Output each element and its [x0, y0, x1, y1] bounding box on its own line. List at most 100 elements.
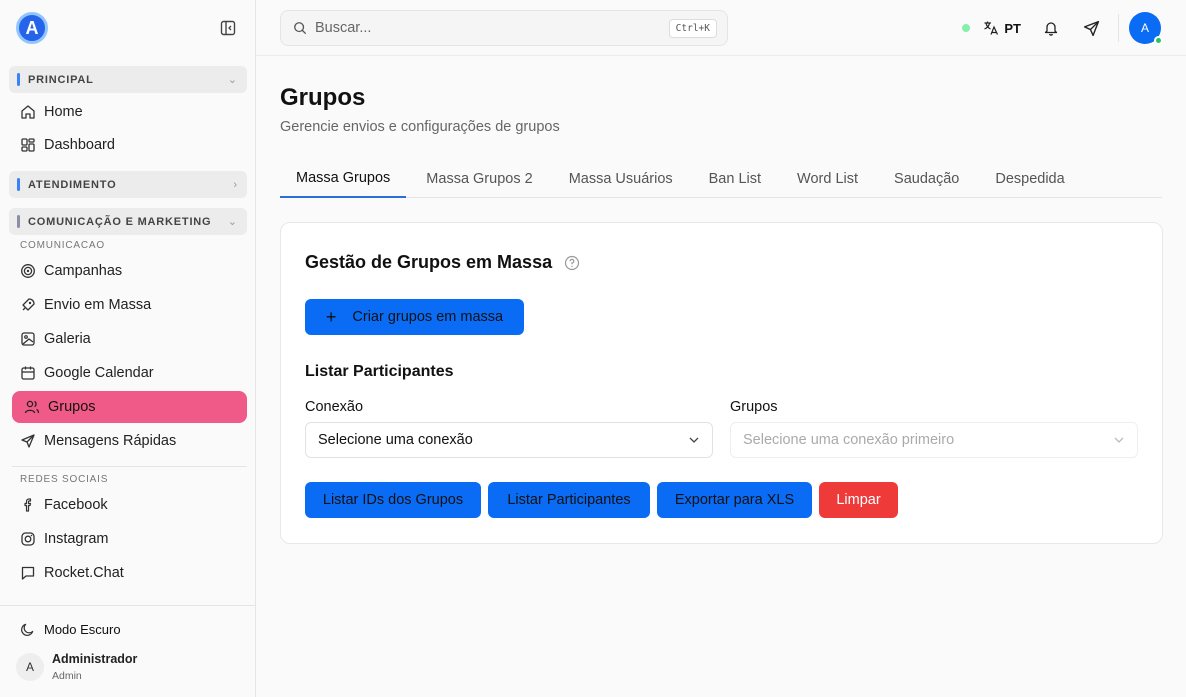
- card-title-text: Gestão de Grupos em Massa: [305, 252, 553, 272]
- user-profile[interactable]: A Administrador Admin: [16, 652, 137, 682]
- dark-mode-label: Modo Escuro: [44, 622, 121, 637]
- language-switch[interactable]: PT: [983, 20, 1021, 36]
- image-icon: [20, 331, 36, 347]
- bell-icon[interactable]: [1043, 20, 1059, 36]
- user-role: Admin: [52, 670, 82, 682]
- sidebar-collapse-icon[interactable]: [219, 19, 237, 37]
- sidebar-header: A: [0, 0, 255, 56]
- section-comunicacao[interactable]: COMUNICAÇÃO E MARKETING ⌄: [9, 208, 247, 235]
- tab-saudacao[interactable]: Saudação: [878, 160, 975, 198]
- section-bar: [17, 215, 20, 228]
- sublabel-comunicacao: COMUNICACAO: [20, 240, 105, 251]
- home-icon: [20, 104, 36, 120]
- app-logo[interactable]: A: [16, 12, 48, 44]
- dark-mode-toggle[interactable]: Modo Escuro: [20, 622, 121, 637]
- sidebar-footer: Modo Escuro A Administrador Admin: [0, 605, 256, 697]
- tab-massa-usuarios[interactable]: Massa Usuários: [553, 160, 689, 198]
- page-subtitle: Gerencie envios e configurações de grupo…: [280, 119, 560, 135]
- sidebar-item-label: Facebook: [44, 497, 108, 513]
- chevron-down-icon: [688, 434, 700, 446]
- list-group-ids-button[interactable]: Listar IDs dos Grupos: [305, 482, 481, 518]
- section-label: PRINCIPAL: [28, 73, 94, 86]
- tab-massa-grupos[interactable]: Massa Grupos: [280, 160, 407, 198]
- sidebar-item-instagram[interactable]: Instagram: [12, 523, 247, 555]
- moon-icon: [20, 622, 35, 637]
- sidebar-item-label: Campanhas: [44, 263, 123, 279]
- chevron-down-icon: ⌄: [227, 74, 237, 86]
- search-input[interactable]: Buscar...: [315, 20, 669, 36]
- grupos-select[interactable]: Selecione uma conexão primeiro: [730, 422, 1138, 458]
- clear-button[interactable]: Limpar: [819, 482, 898, 518]
- chevron-right-icon: ›: [233, 178, 237, 191]
- search-icon: [293, 21, 307, 35]
- status-online-dot: [962, 24, 971, 32]
- sidebar-item-facebook[interactable]: Facebook: [12, 489, 247, 521]
- rocket-icon: [20, 297, 36, 313]
- sidebar-item-label: Grupos: [48, 399, 96, 415]
- user-avatar: A: [16, 653, 44, 681]
- sidebar-item-rocket-chat[interactable]: Rocket.Chat: [12, 557, 247, 589]
- section-atendimento[interactable]: ATENDIMENTO ›: [9, 171, 247, 198]
- plus-icon: +: [325, 307, 337, 327]
- avatar-initial: A: [1140, 21, 1149, 35]
- sidebar-item-label: Rocket.Chat: [44, 565, 124, 581]
- section-bar: [17, 73, 20, 86]
- create-groups-button[interactable]: + Criar grupos em massa: [305, 299, 524, 335]
- section-principal[interactable]: PRINCIPAL ⌄: [9, 66, 247, 93]
- group-management-card: Gestão de Grupos em Massa + Criar grupos…: [280, 222, 1163, 544]
- sidebar-item-home[interactable]: Home: [12, 96, 247, 128]
- tab-word-list[interactable]: Word List: [781, 160, 874, 198]
- section-bar: [17, 178, 20, 191]
- search-box[interactable]: Buscar... Ctrl+K: [280, 10, 728, 46]
- translate-icon: [983, 20, 999, 36]
- user-info: Administrador Admin: [52, 652, 137, 682]
- send-icon: [20, 433, 36, 449]
- online-indicator: [1154, 36, 1163, 45]
- send-icon[interactable]: [1083, 20, 1100, 37]
- user-avatar-button[interactable]: A: [1129, 12, 1163, 45]
- language-label: PT: [1004, 20, 1021, 36]
- user-name: Administrador: [52, 652, 138, 666]
- sidebar-item-mensagens-rapidas[interactable]: Mensagens Rápidas: [12, 425, 247, 457]
- chat-icon: [20, 565, 36, 581]
- tab-bar: Massa Grupos Massa Grupos 2 Massa Usuári…: [280, 160, 1162, 198]
- export-xls-button[interactable]: Exportar para XLS: [657, 482, 812, 518]
- sidebar-item-grupos[interactable]: Grupos: [12, 391, 247, 423]
- sidebar-item-label: Dashboard: [44, 137, 115, 153]
- card-title: Gestão de Grupos em Massa: [305, 252, 580, 273]
- sidebar-item-label: Galeria: [44, 331, 91, 347]
- conexao-select-value: Selecione uma conexão: [318, 432, 473, 448]
- sidebar-item-label: Home: [44, 104, 83, 120]
- sublabel-redes-sociais: REDES SOCIAIS: [20, 474, 109, 485]
- shortcut-hint: Ctrl+K: [668, 18, 717, 38]
- list-participants-button[interactable]: Listar Participantes: [488, 482, 650, 518]
- sidebar-item-label: Mensagens Rápidas: [44, 433, 177, 449]
- sidebar-item-galeria[interactable]: Galeria: [12, 323, 247, 355]
- topbar-divider: [1118, 14, 1119, 42]
- grupos-label: Grupos: [730, 399, 778, 415]
- sidebar-item-label: Google Calendar: [44, 365, 154, 381]
- help-circle-icon[interactable]: [564, 255, 580, 271]
- grupos-select-value: Selecione uma conexão primeiro: [743, 432, 955, 448]
- topbar: Buscar... Ctrl+K PT A: [256, 0, 1186, 56]
- section-label: ATENDIMENTO: [28, 178, 117, 191]
- tab-ban-list[interactable]: Ban List: [693, 160, 777, 198]
- sidebar-item-envio-em-massa[interactable]: Envio em Massa: [12, 289, 247, 321]
- sidebar-item-google-calendar[interactable]: Google Calendar: [12, 357, 247, 389]
- sidebar-item-dashboard[interactable]: Dashboard: [12, 129, 247, 161]
- tab-massa-grupos-2[interactable]: Massa Grupos 2: [410, 160, 548, 198]
- section-label: COMUNICAÇÃO E MARKETING: [28, 215, 212, 228]
- sidebar-item-label: Envio em Massa: [44, 297, 152, 313]
- calendar-icon: [20, 365, 36, 381]
- tab-despedida[interactable]: Despedida: [979, 160, 1080, 198]
- topbar-actions: PT A: [962, 0, 1186, 56]
- conexao-label: Conexão: [305, 399, 364, 415]
- facebook-icon: [20, 497, 36, 513]
- list-participants-heading: Listar Participantes: [305, 363, 454, 380]
- sidebar-item-campanhas[interactable]: Campanhas: [12, 255, 247, 287]
- dashboard-icon: [20, 137, 36, 153]
- page-title: Grupos: [280, 84, 366, 111]
- chevron-down-icon: ⌄: [227, 216, 237, 228]
- conexao-select[interactable]: Selecione uma conexão: [305, 422, 713, 458]
- chevron-down-icon: [1113, 434, 1125, 446]
